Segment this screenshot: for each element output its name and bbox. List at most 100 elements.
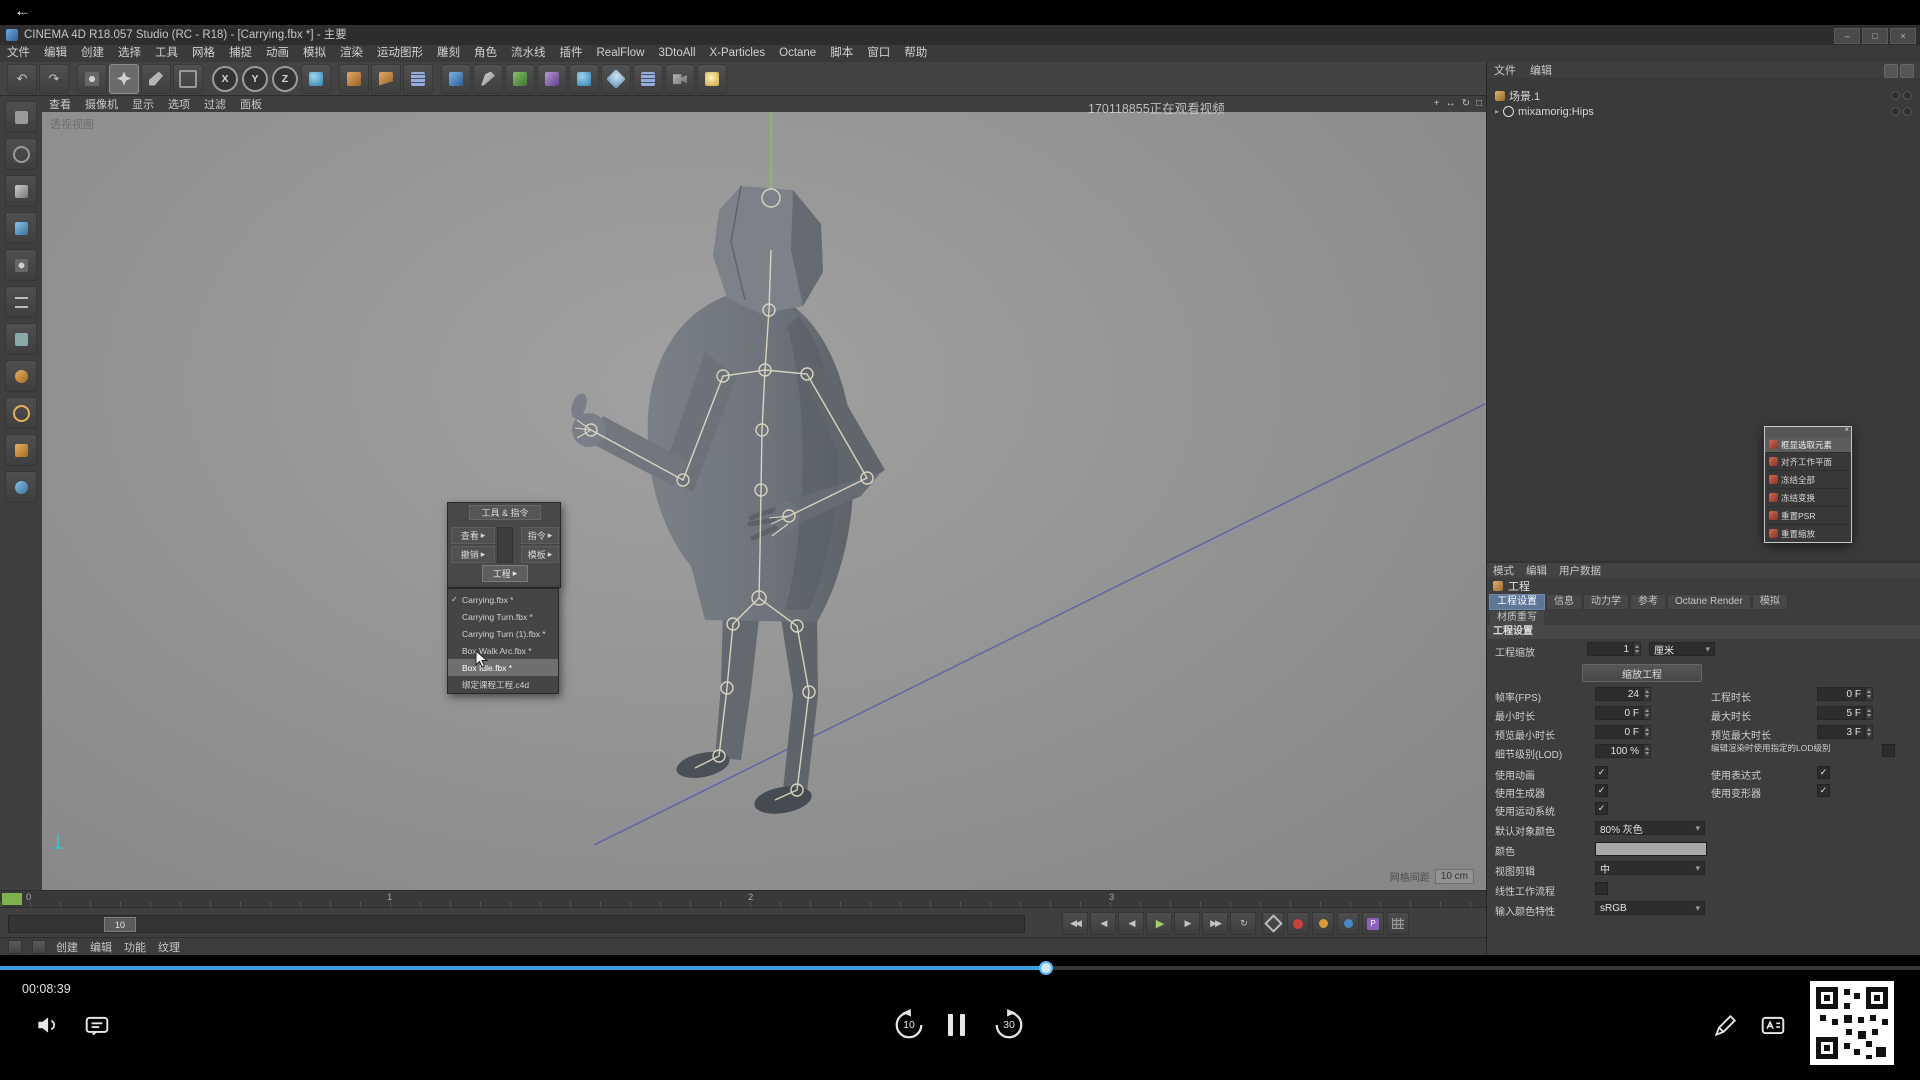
recent-project-item[interactable]: Box Walk Arc.fbx * [448, 642, 558, 659]
current-frame-handle[interactable]: 10 [104, 917, 136, 932]
polygons-mode-icon[interactable] [5, 323, 37, 355]
palette-command[interactable]: 重置PSR [1765, 506, 1851, 524]
octane-icon[interactable] [569, 64, 599, 94]
render-view-icon[interactable] [339, 64, 369, 94]
redo-icon[interactable]: ↷ [39, 64, 69, 94]
attribute-tab[interactable]: 材质重写 [1489, 610, 1545, 626]
attribute-tab[interactable]: 模拟 [1752, 594, 1788, 610]
rewind-button[interactable]: 10 [892, 1008, 926, 1042]
viewport-menu-item[interactable]: 查看 [42, 96, 78, 112]
points-mode-icon[interactable] [5, 249, 37, 281]
add-generator-icon[interactable] [505, 64, 535, 94]
max-time-field[interactable]: 5 F [1817, 706, 1865, 720]
menu-item[interactable]: Octane [772, 45, 823, 62]
color-swatch[interactable] [1595, 842, 1707, 856]
add-deformer-icon[interactable] [537, 64, 567, 94]
pause-button[interactable] [948, 1014, 965, 1036]
simulate-icon[interactable] [601, 64, 631, 94]
palette-command[interactable]: 重置缩放 [1765, 524, 1851, 542]
material-menu-item[interactable]: 纹理 [158, 939, 180, 955]
attribute-menu-item[interactable]: 模式 [1487, 563, 1520, 578]
material-menu-item[interactable]: 创建 [56, 939, 78, 955]
menu-item[interactable]: 脚本 [823, 45, 860, 62]
mograph-array-icon[interactable] [633, 64, 663, 94]
menu-item[interactable]: 运动图形 [370, 45, 430, 62]
use-generators-checkbox[interactable] [1595, 784, 1608, 797]
object-manager-menu-item[interactable]: 编辑 [1523, 62, 1559, 78]
spinner[interactable] [1643, 687, 1651, 701]
spinner[interactable] [1643, 725, 1651, 739]
next-frame-button[interactable]: ▶ [1174, 912, 1200, 935]
make-editable-icon[interactable] [5, 101, 37, 133]
spinner[interactable] [1865, 706, 1873, 720]
timeline-window-button[interactable] [1387, 912, 1409, 935]
enable-axis-icon[interactable] [5, 360, 37, 392]
attribute-menu-item[interactable]: 编辑 [1520, 563, 1553, 578]
scale-project-button[interactable]: 缩放工程 [1582, 664, 1702, 682]
menu-item[interactable]: X-Particles [703, 45, 773, 62]
keyframe-parameter-button[interactable]: P [1362, 912, 1384, 935]
edges-mode-icon[interactable] [5, 286, 37, 318]
use-deformers-checkbox[interactable] [1817, 784, 1830, 797]
context-item-template[interactable]: 模板▸ [521, 546, 559, 563]
scale-unit-dropdown[interactable]: 厘米 [1649, 642, 1715, 656]
viewport-solo-icon[interactable] [5, 397, 37, 429]
project-length-field[interactable]: 0 F [1817, 687, 1865, 701]
undo-icon[interactable]: ↶ [7, 64, 37, 94]
recent-project-item[interactable]: ✓Carrying.fbx * [448, 591, 558, 608]
menu-item[interactable]: 窗口 [860, 45, 897, 62]
menu-item[interactable]: 网格 [185, 45, 222, 62]
material-menu-item[interactable]: 编辑 [90, 939, 112, 955]
character-model[interactable] [555, 180, 915, 825]
linear-workflow-checkbox[interactable] [1595, 882, 1608, 895]
window-button[interactable]: – [1834, 28, 1860, 44]
filter-icon[interactable] [1884, 64, 1898, 78]
menu-item[interactable]: 工具 [148, 45, 185, 62]
add-spline-icon[interactable] [473, 64, 503, 94]
panel-options-icon[interactable] [1900, 64, 1914, 78]
recent-project-item[interactable]: Box Idle.fbx * [448, 659, 558, 676]
render-settings-icon[interactable] [403, 64, 433, 94]
viewport-menu-item[interactable]: 面板 [233, 96, 269, 112]
use-expressions-checkbox[interactable] [1817, 766, 1830, 779]
material-icon[interactable] [8, 940, 22, 954]
menu-item[interactable]: 选择 [111, 45, 148, 62]
palette-header[interactable]: 框显选取元素 [1765, 437, 1851, 452]
expand-caret-icon[interactable]: ▸ [1495, 107, 1499, 116]
recent-project-item[interactable]: Carrying Turn (1).fbx * [448, 625, 558, 642]
menu-item[interactable]: 插件 [553, 45, 590, 62]
palette-command[interactable]: 冻结全部 [1765, 470, 1851, 488]
attribute-tab[interactable]: 动力学 [1583, 594, 1629, 610]
spinner[interactable] [1865, 687, 1873, 701]
preview-range[interactable] [2, 893, 22, 905]
menu-item[interactable]: 3DtoAll [651, 45, 702, 62]
viewport-nav-icon[interactable]: ↔ [1446, 96, 1456, 112]
volume-button[interactable] [34, 1012, 60, 1043]
viewport-nav-icon[interactable]: □ [1476, 96, 1482, 112]
select-tool-icon[interactable] [77, 64, 107, 94]
play-button[interactable]: ▶ [1146, 912, 1172, 935]
use-motion-system-checkbox[interactable] [1595, 802, 1608, 815]
prev-key-button[interactable]: ◀ [1090, 912, 1116, 935]
menu-item[interactable]: 帮助 [897, 45, 934, 62]
view-clipping-dropdown[interactable]: 中 [1595, 861, 1705, 875]
record-key-button[interactable] [1262, 912, 1284, 935]
menu-item[interactable]: 捕捉 [222, 45, 259, 62]
keyframe-position-button[interactable] [1312, 912, 1334, 935]
recent-project-item[interactable]: 绑定课程工程.c4d [448, 676, 558, 693]
menu-item[interactable]: 角色 [467, 45, 504, 62]
texture-mode-icon[interactable] [5, 175, 37, 207]
window-button[interactable]: □ [1862, 28, 1888, 44]
menu-item[interactable]: 模拟 [296, 45, 333, 62]
spinner[interactable] [1865, 725, 1873, 739]
input-color-profile-dropdown[interactable]: sRGB [1595, 901, 1705, 915]
progress-bar[interactable] [0, 966, 1920, 970]
keyframe-rotation-button[interactable] [1337, 912, 1359, 935]
menu-item[interactable]: 流水线 [504, 45, 553, 62]
attribute-tab[interactable]: 参考 [1630, 594, 1666, 610]
object-row[interactable]: ▸ mixamorig:Hips [1487, 104, 1920, 119]
menu-item[interactable]: 雕刻 [430, 45, 467, 62]
spinner[interactable] [1633, 642, 1641, 656]
window-button[interactable]: × [1890, 28, 1916, 44]
loop-button[interactable]: ↻ [1230, 912, 1256, 935]
